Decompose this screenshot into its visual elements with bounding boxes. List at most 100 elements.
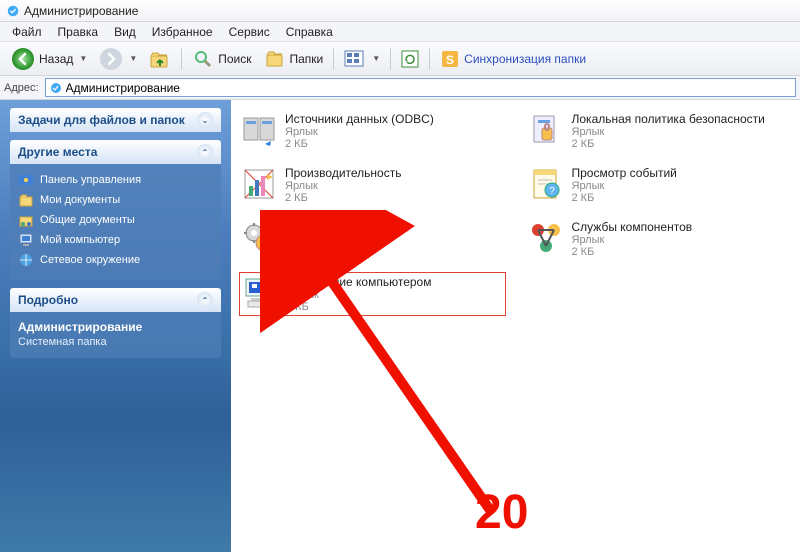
item-type: Ярлык (286, 289, 431, 301)
menu-edit[interactable]: Правка (50, 23, 107, 41)
items-grid: Источники данных (ODBC) Ярлык 2 КБ Локал… (239, 110, 792, 316)
forward-dropdown-icon: ▼ (129, 54, 137, 63)
chevron-up-icon: ⌃ (197, 144, 213, 160)
refresh-button[interactable] (396, 48, 424, 70)
address-input[interactable] (66, 81, 792, 95)
refresh-icon (401, 50, 419, 68)
address-bar: Адрес: (0, 76, 800, 100)
address-field[interactable] (45, 78, 796, 97)
item-services[interactable]: Службы Ярлык 2 КБ (239, 218, 506, 260)
panel-file-tasks: Задачи для файлов и папок ⌄ (10, 108, 221, 132)
chevron-down-icon: ⌄ (197, 112, 213, 128)
toolbar-separator-4 (429, 48, 430, 70)
panel-title: Задачи для файлов и папок (18, 113, 185, 127)
link-label: Мои документы (40, 194, 120, 206)
item-type: Ярлык (572, 126, 765, 138)
link-label: Сетевое окружение (40, 254, 140, 266)
item-performance[interactable]: Производительность Ярлык 2 КБ (239, 164, 506, 206)
panel-head-other-places[interactable]: Другие места ⌃ (10, 140, 221, 164)
views-dropdown-icon: ▼ (372, 54, 380, 63)
item-odbc[interactable]: Источники данных (ODBC) Ярлык 2 КБ (239, 110, 506, 152)
link-my-documents[interactable]: Мои документы (18, 190, 213, 210)
toolbar-separator-3 (390, 48, 391, 70)
event-viewer-icon: ? (528, 166, 564, 202)
annotation-number: 20 (475, 485, 528, 540)
svg-text:?: ? (549, 186, 555, 197)
item-name: Управление компьютером (286, 275, 431, 289)
panel-body-details: Администрирование Системная папка (10, 312, 221, 358)
item-type: Ярлык (285, 234, 330, 246)
window-icon (6, 4, 20, 18)
link-label: Панель управления (40, 174, 141, 186)
item-name: Производительность (285, 166, 401, 180)
computer-management-icon (242, 275, 278, 311)
address-label: Адрес: (4, 82, 39, 94)
services-icon (241, 220, 277, 256)
sync-button[interactable]: S Синхронизация папки (435, 47, 591, 71)
back-label: Назад (39, 52, 73, 66)
sidebar: Задачи для файлов и папок ⌄ Другие места… (0, 100, 231, 552)
link-network[interactable]: Сетевое окружение (18, 250, 213, 270)
panel-body-other-places: Панель управления Мои документы Общие до… (10, 164, 221, 280)
item-local-security[interactable]: Локальная политика безопасности Ярлык 2 … (526, 110, 793, 152)
link-label: Мой компьютер (40, 234, 120, 246)
item-event-viewer[interactable]: ? Просмотр событий Ярлык 2 КБ (526, 164, 793, 206)
views-button[interactable]: ▼ (339, 47, 385, 71)
panel-other-places: Другие места ⌃ Панель управления Мои док… (10, 140, 221, 280)
link-control-panel[interactable]: Панель управления (18, 170, 213, 190)
component-services-icon (528, 220, 564, 256)
menu-bar: Файл Правка Вид Избранное Сервис Справка (0, 22, 800, 42)
item-size: 2 КБ (572, 138, 765, 150)
panel-head-details[interactable]: Подробно ⌃ (10, 288, 221, 312)
menu-tools[interactable]: Сервис (221, 23, 278, 41)
item-name: Локальная политика безопасности (572, 112, 765, 126)
computer-icon (18, 232, 34, 248)
item-computer-management[interactable]: Управление компьютером Ярлык 2 КБ (239, 272, 506, 316)
documents-icon (18, 192, 34, 208)
item-size: 2 КБ (285, 138, 434, 150)
item-size: 2 КБ (572, 246, 693, 258)
panel-details: Подробно ⌃ Администрирование Системная п… (10, 288, 221, 358)
link-shared-documents[interactable]: Общие документы (18, 210, 213, 230)
back-button[interactable]: Назад ▼ (6, 45, 92, 73)
menu-favorites[interactable]: Избранное (144, 23, 221, 41)
control-panel-icon (18, 172, 34, 188)
item-name: Просмотр событий (572, 166, 677, 180)
shared-docs-icon (18, 212, 34, 228)
item-type: Ярлык (572, 234, 693, 246)
item-name: Источники данных (ODBC) (285, 112, 434, 126)
item-component-services[interactable]: Службы компонентов Ярлык 2 КБ (526, 218, 793, 260)
menu-view[interactable]: Вид (106, 23, 144, 41)
details-title: Администрирование (18, 318, 213, 336)
menu-help[interactable]: Справка (278, 23, 341, 41)
network-icon (18, 252, 34, 268)
link-label: Общие документы (40, 214, 135, 226)
panel-title: Другие места (18, 145, 97, 159)
performance-icon (241, 166, 277, 202)
search-button[interactable]: Поиск (187, 46, 256, 72)
toolbar: Назад ▼ ▼ Поиск Папки ▼ S Синхронизация … (0, 42, 800, 76)
up-button[interactable] (144, 46, 176, 72)
link-my-computer[interactable]: Мой компьютер (18, 230, 213, 250)
address-icon (49, 81, 63, 95)
title-bar: Администрирование (0, 0, 800, 22)
item-name: Службы (285, 220, 330, 234)
sync-label: Синхронизация папки (464, 52, 586, 66)
item-name: Службы компонентов (572, 220, 693, 234)
odbc-icon (241, 112, 277, 148)
chevron-up-icon: ⌃ (197, 292, 213, 308)
sync-icon: S (440, 49, 460, 69)
forward-icon (99, 47, 123, 71)
forward-button[interactable]: ▼ (94, 45, 142, 73)
item-size: 2 КБ (572, 192, 677, 204)
folders-button[interactable]: Папки (259, 46, 329, 72)
panel-head-file-tasks[interactable]: Задачи для файлов и папок ⌄ (10, 108, 221, 132)
toolbar-separator (181, 48, 182, 70)
up-folder-icon (149, 48, 171, 70)
window-title: Администрирование (24, 4, 138, 18)
svg-text:S: S (446, 53, 454, 67)
back-dropdown-icon: ▼ (79, 54, 87, 63)
item-size: 2 КБ (285, 246, 330, 258)
details-sub: Системная папка (18, 336, 213, 348)
menu-file[interactable]: Файл (4, 23, 50, 41)
